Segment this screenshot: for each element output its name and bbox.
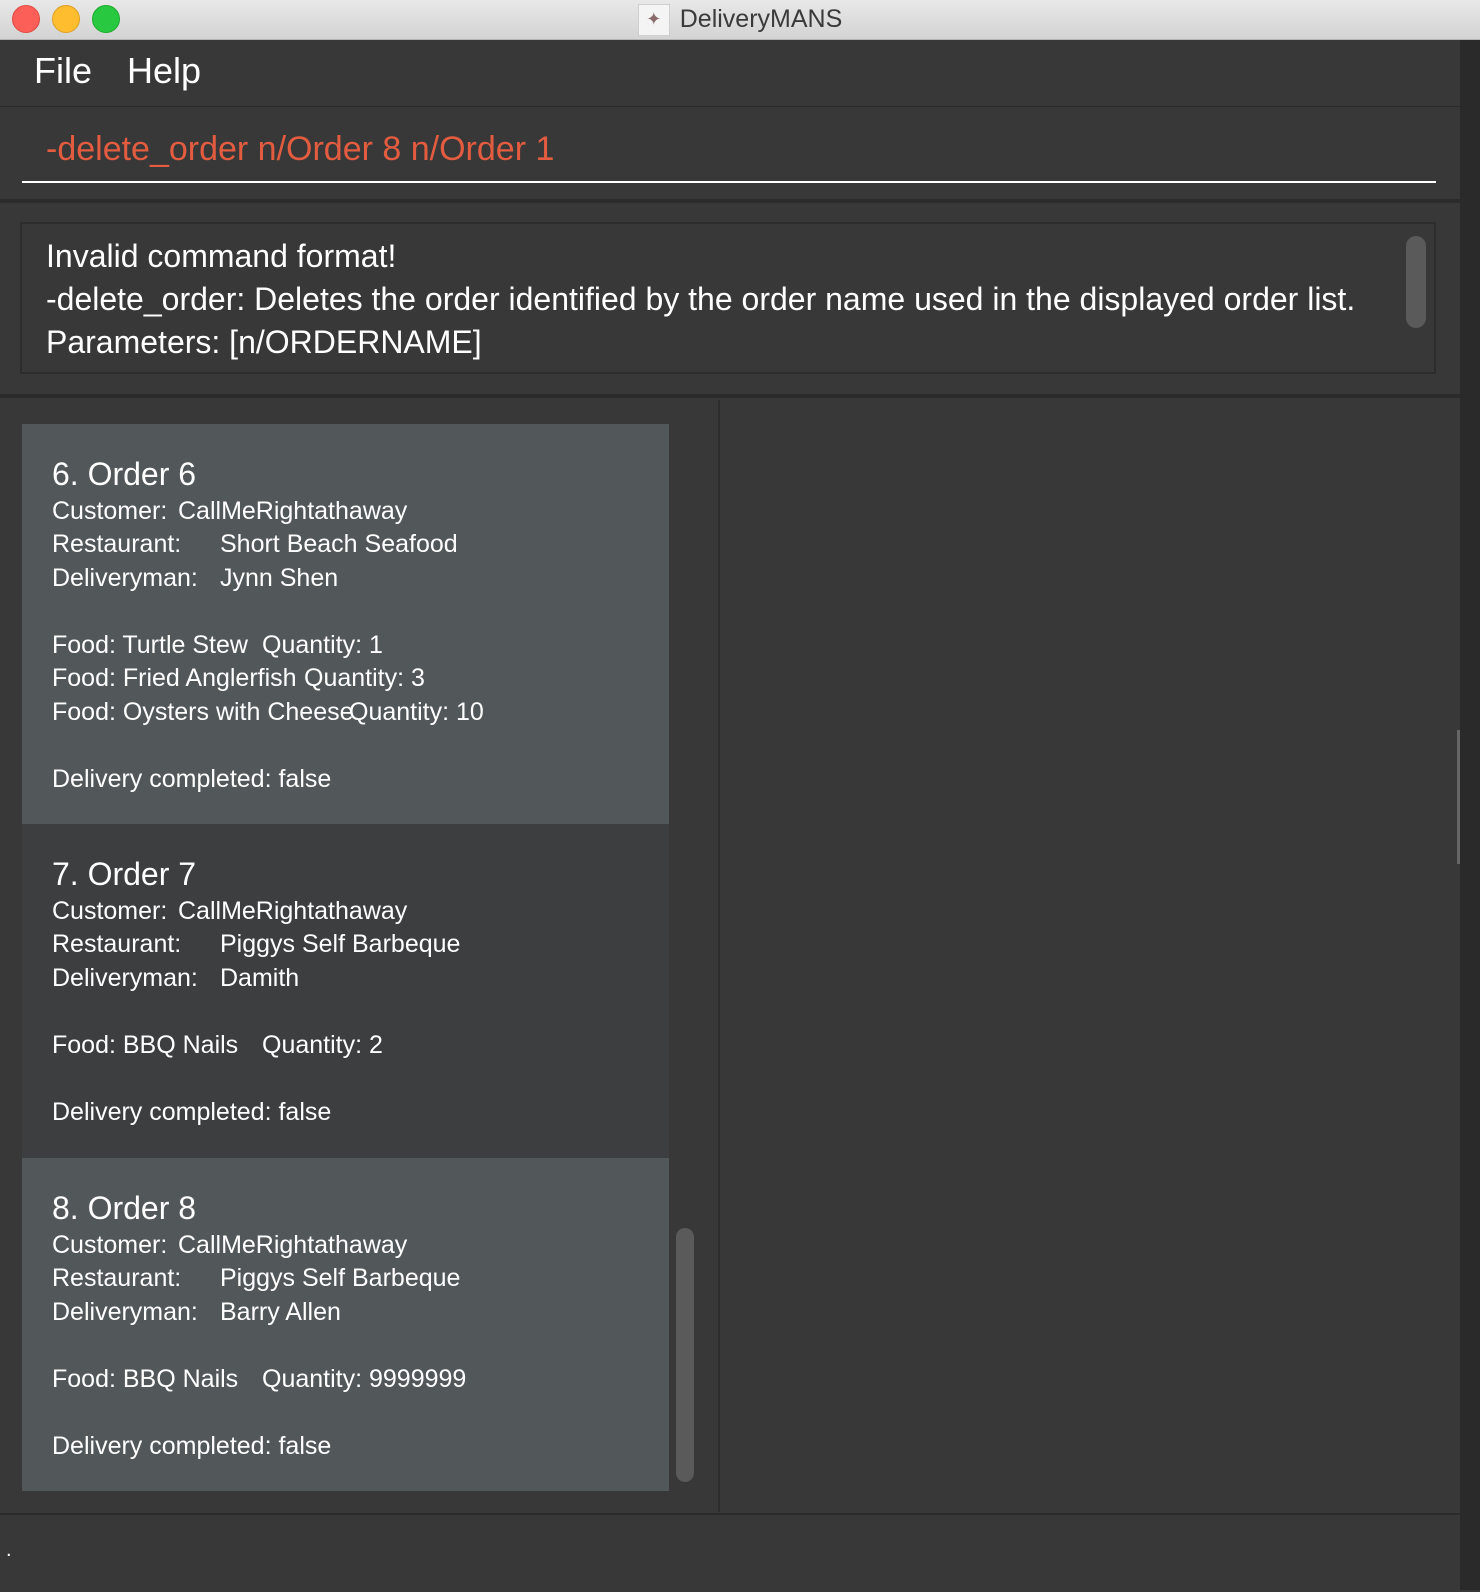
result-display: Invalid command format! -delete_order: D…: [20, 222, 1436, 374]
command-box: [0, 107, 1460, 203]
deliveryman-value: Damith: [220, 964, 300, 992]
food-quantity: Quantity: 10: [349, 698, 484, 726]
order-card[interactable]: 6. Order 6 Customer: CallMeRightathaway …: [22, 424, 669, 824]
customer-label: Customer:: [52, 1231, 168, 1259]
customer-value: CallMeRightathaway: [178, 1231, 408, 1259]
order-title: 6. Order 6: [52, 456, 197, 492]
customer-label: Customer:: [52, 897, 168, 925]
deliveryman-label: Deliveryman:: [52, 964, 198, 992]
restaurant-value: Piggys Self Barbeque: [220, 1264, 461, 1292]
food-name: Food: Oysters with Cheese: [52, 698, 354, 726]
restaurant-label: Restaurant:: [52, 930, 182, 958]
restaurant-label: Restaurant:: [52, 530, 182, 558]
restaurant-value: Short Beach Seafood: [220, 530, 458, 558]
window-title: DeliveryMANS: [679, 5, 843, 33]
window-gutter: [1460, 40, 1480, 1590]
order-card[interactable]: 7. Order 7 Customer: CallMeRightathaway …: [22, 824, 669, 1158]
food-name: Food: Turtle Stew: [52, 631, 248, 659]
customer-value: CallMeRightathaway: [178, 497, 408, 525]
app-logo-icon: ✦: [637, 3, 670, 36]
restaurant-value: Piggys Self Barbeque: [220, 930, 461, 958]
menu-help[interactable]: Help: [127, 50, 201, 92]
status-bar: .: [0, 1513, 1460, 1592]
deliveryman-label: Deliveryman:: [52, 564, 198, 592]
customer-value: CallMeRightathaway: [178, 897, 408, 925]
customer-label: Customer:: [52, 497, 168, 525]
deliveryman-label: Deliveryman:: [52, 1298, 198, 1326]
order-list-scrollbar[interactable]: [676, 1228, 694, 1482]
food-name: Food: Fried Anglerfish: [52, 664, 297, 692]
menu-bar: File Help: [0, 40, 1460, 107]
result-line-1: Invalid command format!: [46, 238, 397, 274]
restaurant-label: Restaurant:: [52, 1264, 182, 1292]
order-card[interactable]: 8. Order 8 Customer: CallMeRightathaway …: [22, 1158, 669, 1491]
result-line-2: -delete_order: Deletes the order identif…: [46, 281, 1356, 317]
food-quantity: Quantity: 2: [262, 1031, 383, 1059]
order-title: 8. Order 8: [52, 1190, 197, 1226]
delivery-status: Delivery completed: false: [52, 1432, 332, 1460]
result-separator: [0, 394, 1460, 398]
food-quantity: Quantity: 3: [304, 664, 425, 692]
food-quantity: Quantity: 1: [262, 631, 383, 659]
detail-panel: [720, 400, 1460, 1512]
food-quantity: Quantity: 9999999: [262, 1365, 467, 1393]
menu-file[interactable]: File: [34, 50, 92, 92]
deliveryman-value: Jynn Shen: [220, 564, 339, 592]
food-name: Food: BBQ Nails: [52, 1031, 239, 1059]
food-name: Food: BBQ Nails: [52, 1365, 239, 1393]
order-title: 7. Order 7: [52, 856, 197, 892]
status-text: .: [6, 1539, 12, 1561]
command-input[interactable]: [22, 117, 1436, 183]
result-scrollbar[interactable]: [1406, 236, 1426, 328]
order-list: 6. Order 6 Customer: CallMeRightathaway …: [22, 424, 669, 1491]
result-line-3: Parameters: [n/ORDERNAME]: [46, 324, 482, 360]
delivery-status: Delivery completed: false: [52, 1098, 332, 1126]
app-window: ✦ DeliveryMANS File Help Invalid command…: [0, 0, 1480, 1592]
deliveryman-value: Barry Allen: [220, 1298, 341, 1326]
title-bar: ✦ DeliveryMANS: [0, 0, 1480, 40]
delivery-status: Delivery completed: false: [52, 765, 332, 793]
title-group: ✦ DeliveryMANS: [0, 0, 1480, 39]
